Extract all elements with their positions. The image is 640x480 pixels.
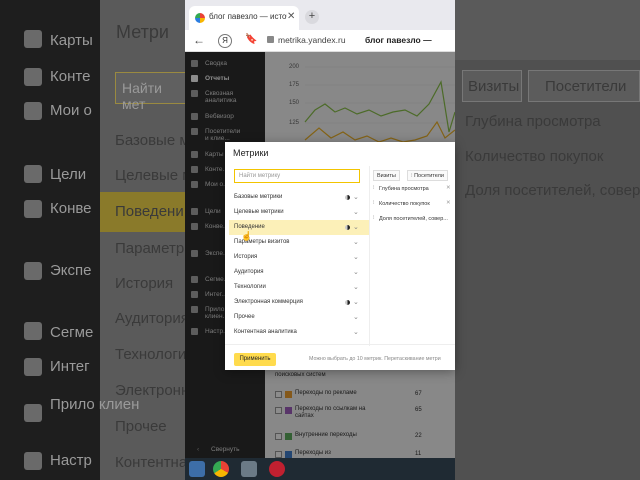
back-arrow-icon[interactable]: ← [193,33,205,47]
chevron-down-icon: ⌄ [353,284,359,291]
tab-bar: блог павезло — источ ✕ + [185,0,455,30]
bg-label: Настр [50,452,92,469]
bookmark-icon[interactable]: 🔖 [245,34,257,45]
calculator-icon[interactable] [241,461,257,477]
metrics-modal: Метрики Найти метрику Базовые метрики ⌄ Ц… [225,142,455,370]
bg-icon [24,68,42,86]
category-other[interactable]: Прочее ⌄ [229,310,369,325]
bg-category: История [115,275,174,292]
bg-label: Интег [50,358,90,375]
bg-icon [24,165,42,183]
chevron-down-icon: ⌄ [353,239,359,246]
bg-category: Аудитория [115,310,189,327]
category-content-analytics[interactable]: Контентная аналитика ⌄ [229,325,369,340]
half-dot-icon [345,195,350,200]
lock-icon [267,36,274,43]
bg-label: Конте [50,68,91,85]
bg-right-item: Глубина просмотра [465,113,601,130]
bg-right-item: Доля посетителей, совер... [465,182,640,199]
category-history[interactable]: История ⌄ [229,250,369,265]
chevron-down-icon: ⌄ [353,299,359,306]
panel-divider [369,166,370,346]
yandex-icon[interactable]: Я [218,34,232,48]
bg-category: Параметры [115,240,195,257]
selected-metric-depth[interactable]: ⁞ Глубина просмотра ✕ [371,184,455,195]
metric-chip-visitors[interactable]: ⁞ Посетители [407,170,448,181]
category-audience[interactable]: Аудитория ⌄ [229,265,369,280]
bg-right-item: Визиты [468,78,520,95]
bg-icon [24,200,42,218]
selected-metric-share[interactable]: ⁞ Доля посетителей, совер... [371,214,455,225]
chrome-icon[interactable] [213,461,229,477]
bg-icon [24,102,42,120]
category-goals[interactable]: Целевые метрики ⌄ [229,205,369,220]
remove-icon[interactable]: ✕ [446,200,451,206]
hint-text: Можно выбрать до 10 метрик. Перетаскиван… [309,356,441,362]
new-tab-icon[interactable]: + [305,10,319,24]
chevron-down-icon: ⌄ [353,269,359,276]
bg-label: Цели [50,166,87,183]
metric-search-input[interactable]: Найти метрику [234,169,360,183]
chevron-down-icon: ⌄ [353,329,359,336]
app-icon[interactable] [269,461,285,477]
bg-right-item: Количество покупок [465,148,604,165]
pointer-cursor-icon: ☝ [241,231,253,241]
desktop-icon[interactable] [189,461,205,477]
bg-search: Найти мет [115,72,195,112]
bg-label: Мои о [50,102,92,119]
screen: Карты Конте Мои о Цели Конве Экспе Сегме… [0,0,640,480]
taskbar [185,458,455,480]
chevron-down-icon: ⌄ [353,314,359,321]
chevron-down-icon: ⌄ [353,194,359,201]
bg-category: Технологи [115,346,187,363]
bg-label: Сегме [50,324,94,341]
modal-title: Метрики [233,148,269,158]
modal-footer: Применить Можно выбрать до 10 метрик. Пе… [225,344,455,370]
remove-icon[interactable]: ✕ [446,185,451,191]
bg-icon [24,404,42,422]
page-title: блог павезло — [365,35,432,45]
half-dot-icon [345,300,350,305]
apply-button[interactable]: Применить [234,353,276,366]
bg-category: Базовые м [115,132,190,149]
bg-icon [24,30,42,48]
bg-right-item: Посетители [545,78,627,95]
drag-handle-icon[interactable]: ⁞ [373,185,375,191]
metric-chip-visits[interactable]: Визиты [373,170,400,181]
category-ecommerce[interactable]: Электронная коммерция ⌄ [229,295,369,310]
bg-label: Экспе [50,262,92,279]
bg-label: Конве [50,200,92,217]
bg-icon [24,322,42,340]
bg-title: Метри [116,22,169,42]
bg-category: Прочее [115,418,167,435]
category-technology[interactable]: Технологии ⌄ [229,280,369,295]
chevron-down-icon: ⌄ [353,224,359,231]
bg-icon [24,452,42,470]
bg-icon [24,358,42,376]
tab-title: блог павезло — источ [209,12,287,21]
bg-category: Поведени [115,203,184,220]
bg-category: Электронн [115,382,190,399]
bg-label: Карты [50,32,93,49]
close-tab-icon[interactable]: ✕ [287,11,295,22]
chevron-down-icon: ⌄ [353,209,359,216]
drag-handle-icon[interactable]: ⁞ [373,215,375,221]
bg-icon [24,262,42,280]
favicon-icon [195,13,205,23]
address-bar[interactable]: ← Я 🔖 metrika.yandex.ru блог павезло — [185,30,455,52]
selected-metric-purchases[interactable]: ⁞ Количество покупок ✕ [371,199,455,210]
category-basic[interactable]: Базовые метрики ⌄ [229,190,369,205]
url-text[interactable]: metrika.yandex.ru [278,35,346,45]
drag-handle-icon[interactable]: ⁞ [373,200,375,206]
half-dot-icon [345,225,350,230]
chevron-down-icon: ⌄ [353,254,359,261]
browser-tab[interactable]: блог павезло — источ ✕ [189,6,299,30]
bg-category: Целевые м [115,167,193,184]
bg-category: Контентна [115,454,188,471]
